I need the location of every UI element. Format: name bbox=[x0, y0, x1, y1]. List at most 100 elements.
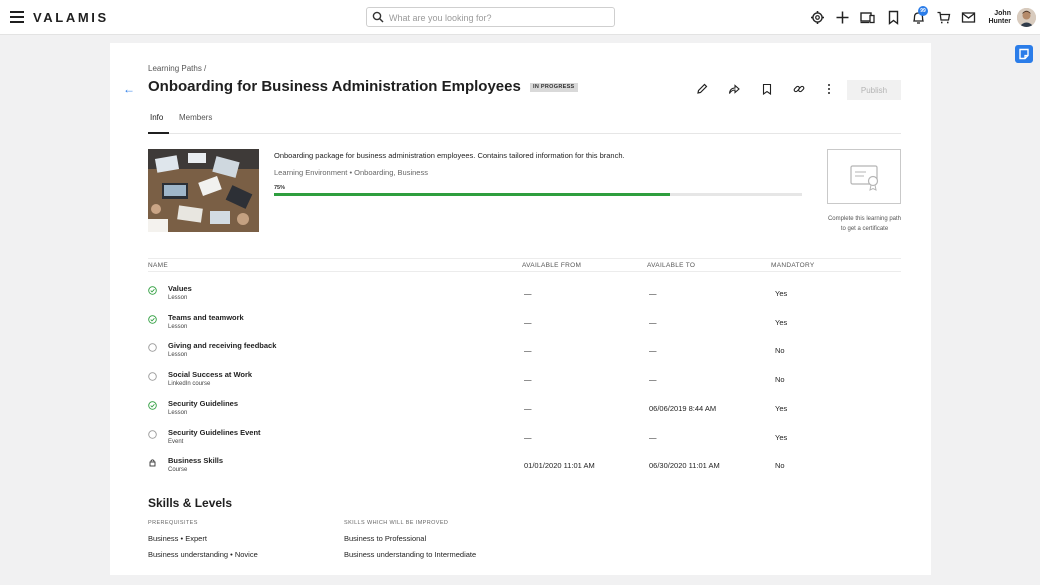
table-row[interactable]: Social Success at Work LinkedIn course — — N… bbox=[148, 369, 901, 397]
progress-label: 75% bbox=[274, 185, 286, 191]
mandatory-value: Yes bbox=[775, 432, 788, 442]
available-to-value: — bbox=[649, 375, 657, 385]
available-to-value: 06/30/2020 11:01 AM bbox=[649, 461, 720, 471]
available-to-value: 06/06/2019 8:44 AM bbox=[649, 403, 717, 413]
available-from-value: — bbox=[524, 289, 532, 298]
back-arrow-icon[interactable]: ← bbox=[123, 82, 135, 96]
tab-members[interactable]: Members bbox=[179, 113, 212, 122]
activity-type: Lesson bbox=[168, 323, 188, 330]
table-row[interactable]: Giving and receiving feedback Lesson — — No bbox=[148, 340, 901, 368]
activity-name[interactable]: Business Skills bbox=[168, 456, 223, 465]
available-from-value: — bbox=[524, 375, 532, 385]
activity-name[interactable]: Giving and receiving feedback bbox=[168, 341, 276, 350]
link-icon[interactable] bbox=[793, 83, 805, 95]
available-from-value: — bbox=[524, 432, 532, 442]
activity-name[interactable]: Social Success at Work bbox=[168, 370, 252, 379]
available-to-value: — bbox=[649, 346, 657, 356]
notes-button[interactable] bbox=[1015, 45, 1033, 63]
activity-type: Event bbox=[168, 438, 184, 445]
publish-button[interactable]: Publish bbox=[847, 80, 901, 100]
prerequisites-heading: PREREQUISITES bbox=[148, 520, 198, 526]
activity-type: Lesson bbox=[168, 352, 188, 359]
improved-skills-heading: SKILLS WHICH WILL BE IMPROVED bbox=[344, 520, 449, 526]
devices-icon[interactable] bbox=[860, 10, 875, 25]
available-from-value: — bbox=[524, 403, 532, 413]
col-header-available-from: AVAILABLE FROM bbox=[522, 262, 582, 269]
not-started-circle-icon bbox=[148, 429, 157, 439]
improved-skill-item: Business to Professional bbox=[344, 534, 427, 543]
avatar[interactable] bbox=[1017, 8, 1036, 27]
path-meta: Learning Environment • Onboarding, Busin… bbox=[274, 168, 428, 177]
prerequisite-item: Business understanding • Novice bbox=[148, 550, 258, 559]
lock-icon bbox=[149, 459, 156, 467]
status-badge: IN PROGRESS bbox=[530, 83, 578, 92]
completed-check-icon bbox=[148, 314, 157, 324]
section-divider bbox=[148, 258, 901, 259]
user-name[interactable]: John Hunter bbox=[978, 10, 1011, 26]
top-bar: VALAMIS 99 John Hunter bbox=[0, 0, 1040, 35]
mandatory-value: Yes bbox=[775, 403, 788, 413]
prerequisite-item: Business • Expert bbox=[148, 534, 207, 543]
available-from-value: — bbox=[524, 317, 532, 327]
edit-icon[interactable] bbox=[696, 83, 708, 95]
breadcrumb[interactable]: Learning Paths / bbox=[148, 64, 206, 73]
not-started-circle-icon bbox=[148, 372, 157, 381]
available-from-value: — bbox=[524, 346, 532, 356]
available-from-value: 01/01/2020 11:01 AM bbox=[524, 461, 595, 471]
progress-bar bbox=[274, 193, 802, 196]
available-to-value: — bbox=[649, 432, 657, 442]
table-row[interactable]: Business Skills Course 01/01/2020 11:01 AM… bbox=[148, 455, 901, 483]
cart-icon[interactable] bbox=[936, 10, 951, 25]
menu-icon[interactable] bbox=[10, 11, 24, 23]
table-row[interactable]: Teams and teamwork Lesson — — Yes bbox=[148, 312, 901, 340]
mail-icon[interactable] bbox=[961, 10, 976, 25]
bookmark-icon[interactable] bbox=[886, 10, 901, 25]
col-header-name: NAME bbox=[148, 262, 168, 269]
certificate-icon bbox=[850, 165, 879, 191]
add-icon[interactable] bbox=[835, 10, 850, 25]
settings-icon[interactable] bbox=[810, 10, 825, 25]
user-avatar-image bbox=[1017, 8, 1036, 27]
activity-type: LinkedIn course bbox=[168, 381, 211, 388]
activity-name[interactable]: Values bbox=[168, 284, 192, 293]
bookmark-icon[interactable] bbox=[761, 83, 773, 95]
certificate-hint: Complete this learning path to get a cer… bbox=[827, 216, 902, 232]
improved-skill-item: Business understanding to Intermediate bbox=[344, 550, 477, 559]
app-logo[interactable]: VALAMIS bbox=[33, 10, 109, 25]
completed-check-icon bbox=[148, 286, 157, 295]
search-icon bbox=[372, 11, 384, 23]
table-row[interactable]: Values Lesson — — Yes bbox=[148, 283, 901, 311]
mandatory-value: Yes bbox=[775, 317, 788, 327]
mandatory-value: Yes bbox=[775, 289, 788, 298]
activity-type: Course bbox=[168, 467, 188, 474]
progress-bar-fill bbox=[274, 193, 670, 196]
search-input[interactable] bbox=[389, 10, 609, 25]
learning-path-cover-image bbox=[148, 149, 259, 232]
note-icon bbox=[1019, 48, 1029, 60]
not-started-circle-icon bbox=[148, 343, 157, 353]
activity-name[interactable]: Security Guidelines bbox=[168, 399, 238, 408]
share-icon[interactable] bbox=[728, 83, 740, 95]
header-divider bbox=[148, 271, 901, 272]
skills-section-title: Skills & Levels bbox=[148, 496, 233, 510]
mandatory-value: No bbox=[775, 461, 785, 471]
notification-badge: 99 bbox=[918, 6, 928, 16]
page-title: Onboarding for Business Administration E… bbox=[148, 78, 521, 95]
active-tab-indicator bbox=[148, 132, 169, 134]
tab-info[interactable]: Info bbox=[150, 113, 163, 122]
tab-bar: Info Members bbox=[148, 113, 901, 134]
activity-name[interactable]: Security Guidelines Event bbox=[168, 428, 261, 437]
more-options-icon[interactable] bbox=[823, 83, 835, 95]
col-header-mandatory: MANDATORY bbox=[771, 262, 815, 269]
certificate-placeholder bbox=[827, 149, 901, 204]
table-row[interactable]: Security Guidelines Event Event — — Yes bbox=[148, 427, 901, 455]
completed-check-icon bbox=[148, 401, 157, 410]
table-row[interactable]: Security Guidelines Lesson — 06/06/2019 8:4… bbox=[148, 398, 901, 426]
activity-type: Lesson bbox=[168, 295, 188, 301]
available-to-value: — bbox=[649, 317, 657, 327]
path-description: Onboarding package for business administ… bbox=[274, 151, 625, 160]
activity-name[interactable]: Teams and teamwork bbox=[168, 313, 244, 322]
search-box[interactable] bbox=[366, 7, 615, 27]
mandatory-value: No bbox=[775, 346, 785, 356]
available-to-value: — bbox=[649, 289, 657, 298]
